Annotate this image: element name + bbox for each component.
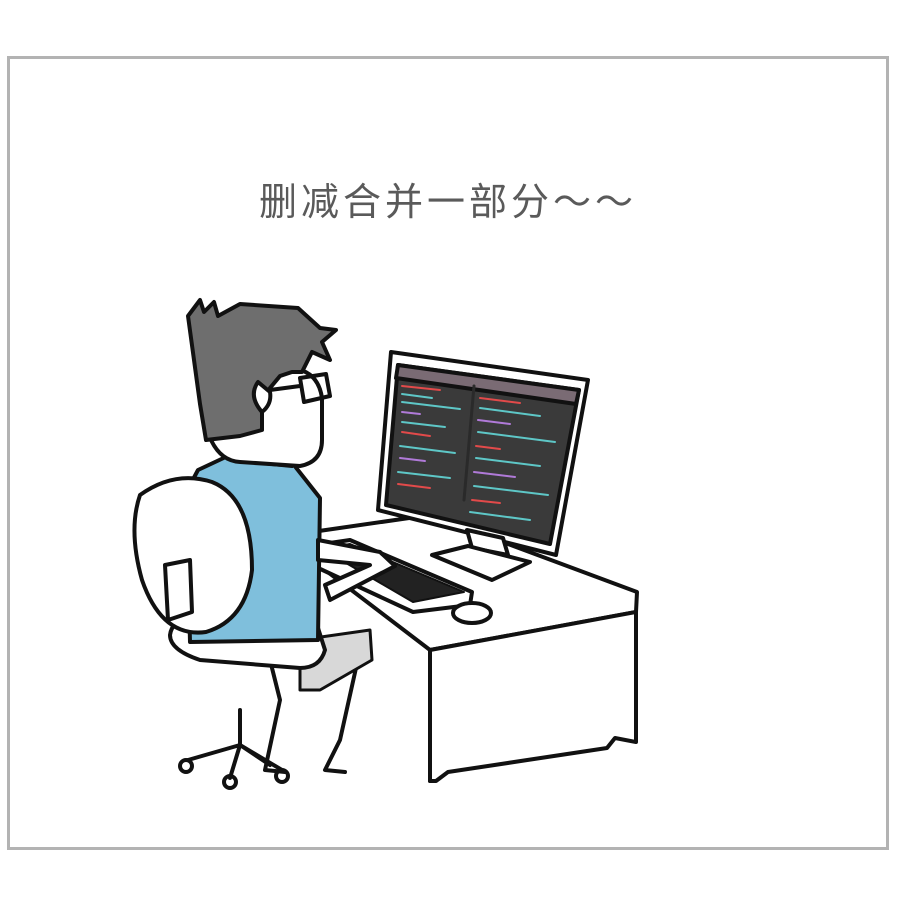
chair-base bbox=[178, 708, 290, 790]
mouse bbox=[451, 601, 493, 625]
programmer-illustration bbox=[132, 298, 639, 790]
